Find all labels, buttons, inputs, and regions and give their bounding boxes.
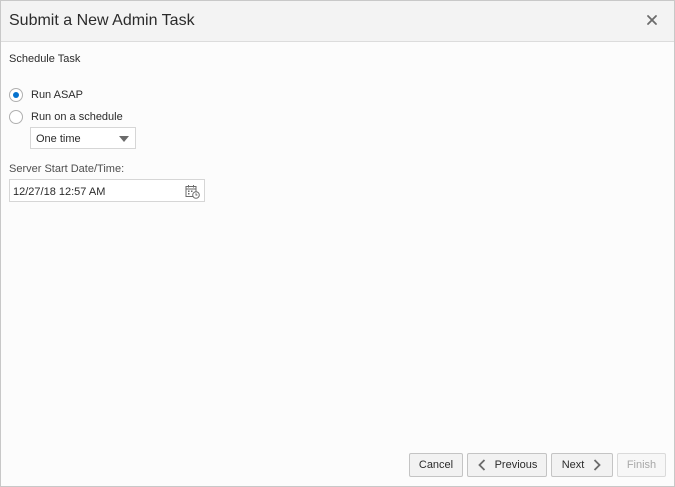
run-on-schedule-radio[interactable] bbox=[9, 110, 23, 124]
next-button[interactable]: Next bbox=[551, 453, 613, 477]
chevron-right-icon bbox=[594, 459, 602, 471]
run-on-schedule-option[interactable]: Run on a schedule bbox=[9, 109, 123, 125]
close-icon[interactable] bbox=[644, 12, 660, 28]
finish-label: Finish bbox=[626, 459, 657, 471]
cancel-button[interactable]: Cancel bbox=[409, 453, 463, 477]
start-datetime-input[interactable]: 12/27/18 12:57 AM bbox=[9, 179, 205, 202]
dialog-header: Submit a New Admin Task bbox=[1, 1, 674, 42]
previous-label: Previous bbox=[494, 459, 538, 471]
section-title: Schedule Task bbox=[9, 53, 81, 65]
frequency-select[interactable]: One time bbox=[30, 127, 136, 149]
cancel-label: Cancel bbox=[418, 459, 454, 471]
admin-task-dialog: Submit a New Admin Task Schedule Task Ru… bbox=[0, 0, 675, 487]
start-datetime-value: 12/27/18 12:57 AM bbox=[13, 186, 106, 198]
run-asap-radio[interactable] bbox=[9, 88, 23, 102]
frequency-value: One time bbox=[36, 133, 81, 145]
dialog-title: Submit a New Admin Task bbox=[9, 12, 195, 29]
next-label: Next bbox=[561, 459, 585, 471]
chevron-down-icon bbox=[119, 136, 129, 142]
previous-button[interactable]: Previous bbox=[467, 453, 547, 477]
chevron-left-icon bbox=[477, 459, 485, 471]
run-on-schedule-label: Run on a schedule bbox=[31, 111, 123, 123]
run-asap-label: Run ASAP bbox=[31, 89, 83, 101]
calendar-clock-icon[interactable] bbox=[185, 184, 200, 199]
finish-button[interactable]: Finish bbox=[617, 453, 666, 477]
start-datetime-label: Server Start Date/Time: bbox=[9, 163, 125, 175]
run-asap-option[interactable]: Run ASAP bbox=[9, 87, 83, 103]
